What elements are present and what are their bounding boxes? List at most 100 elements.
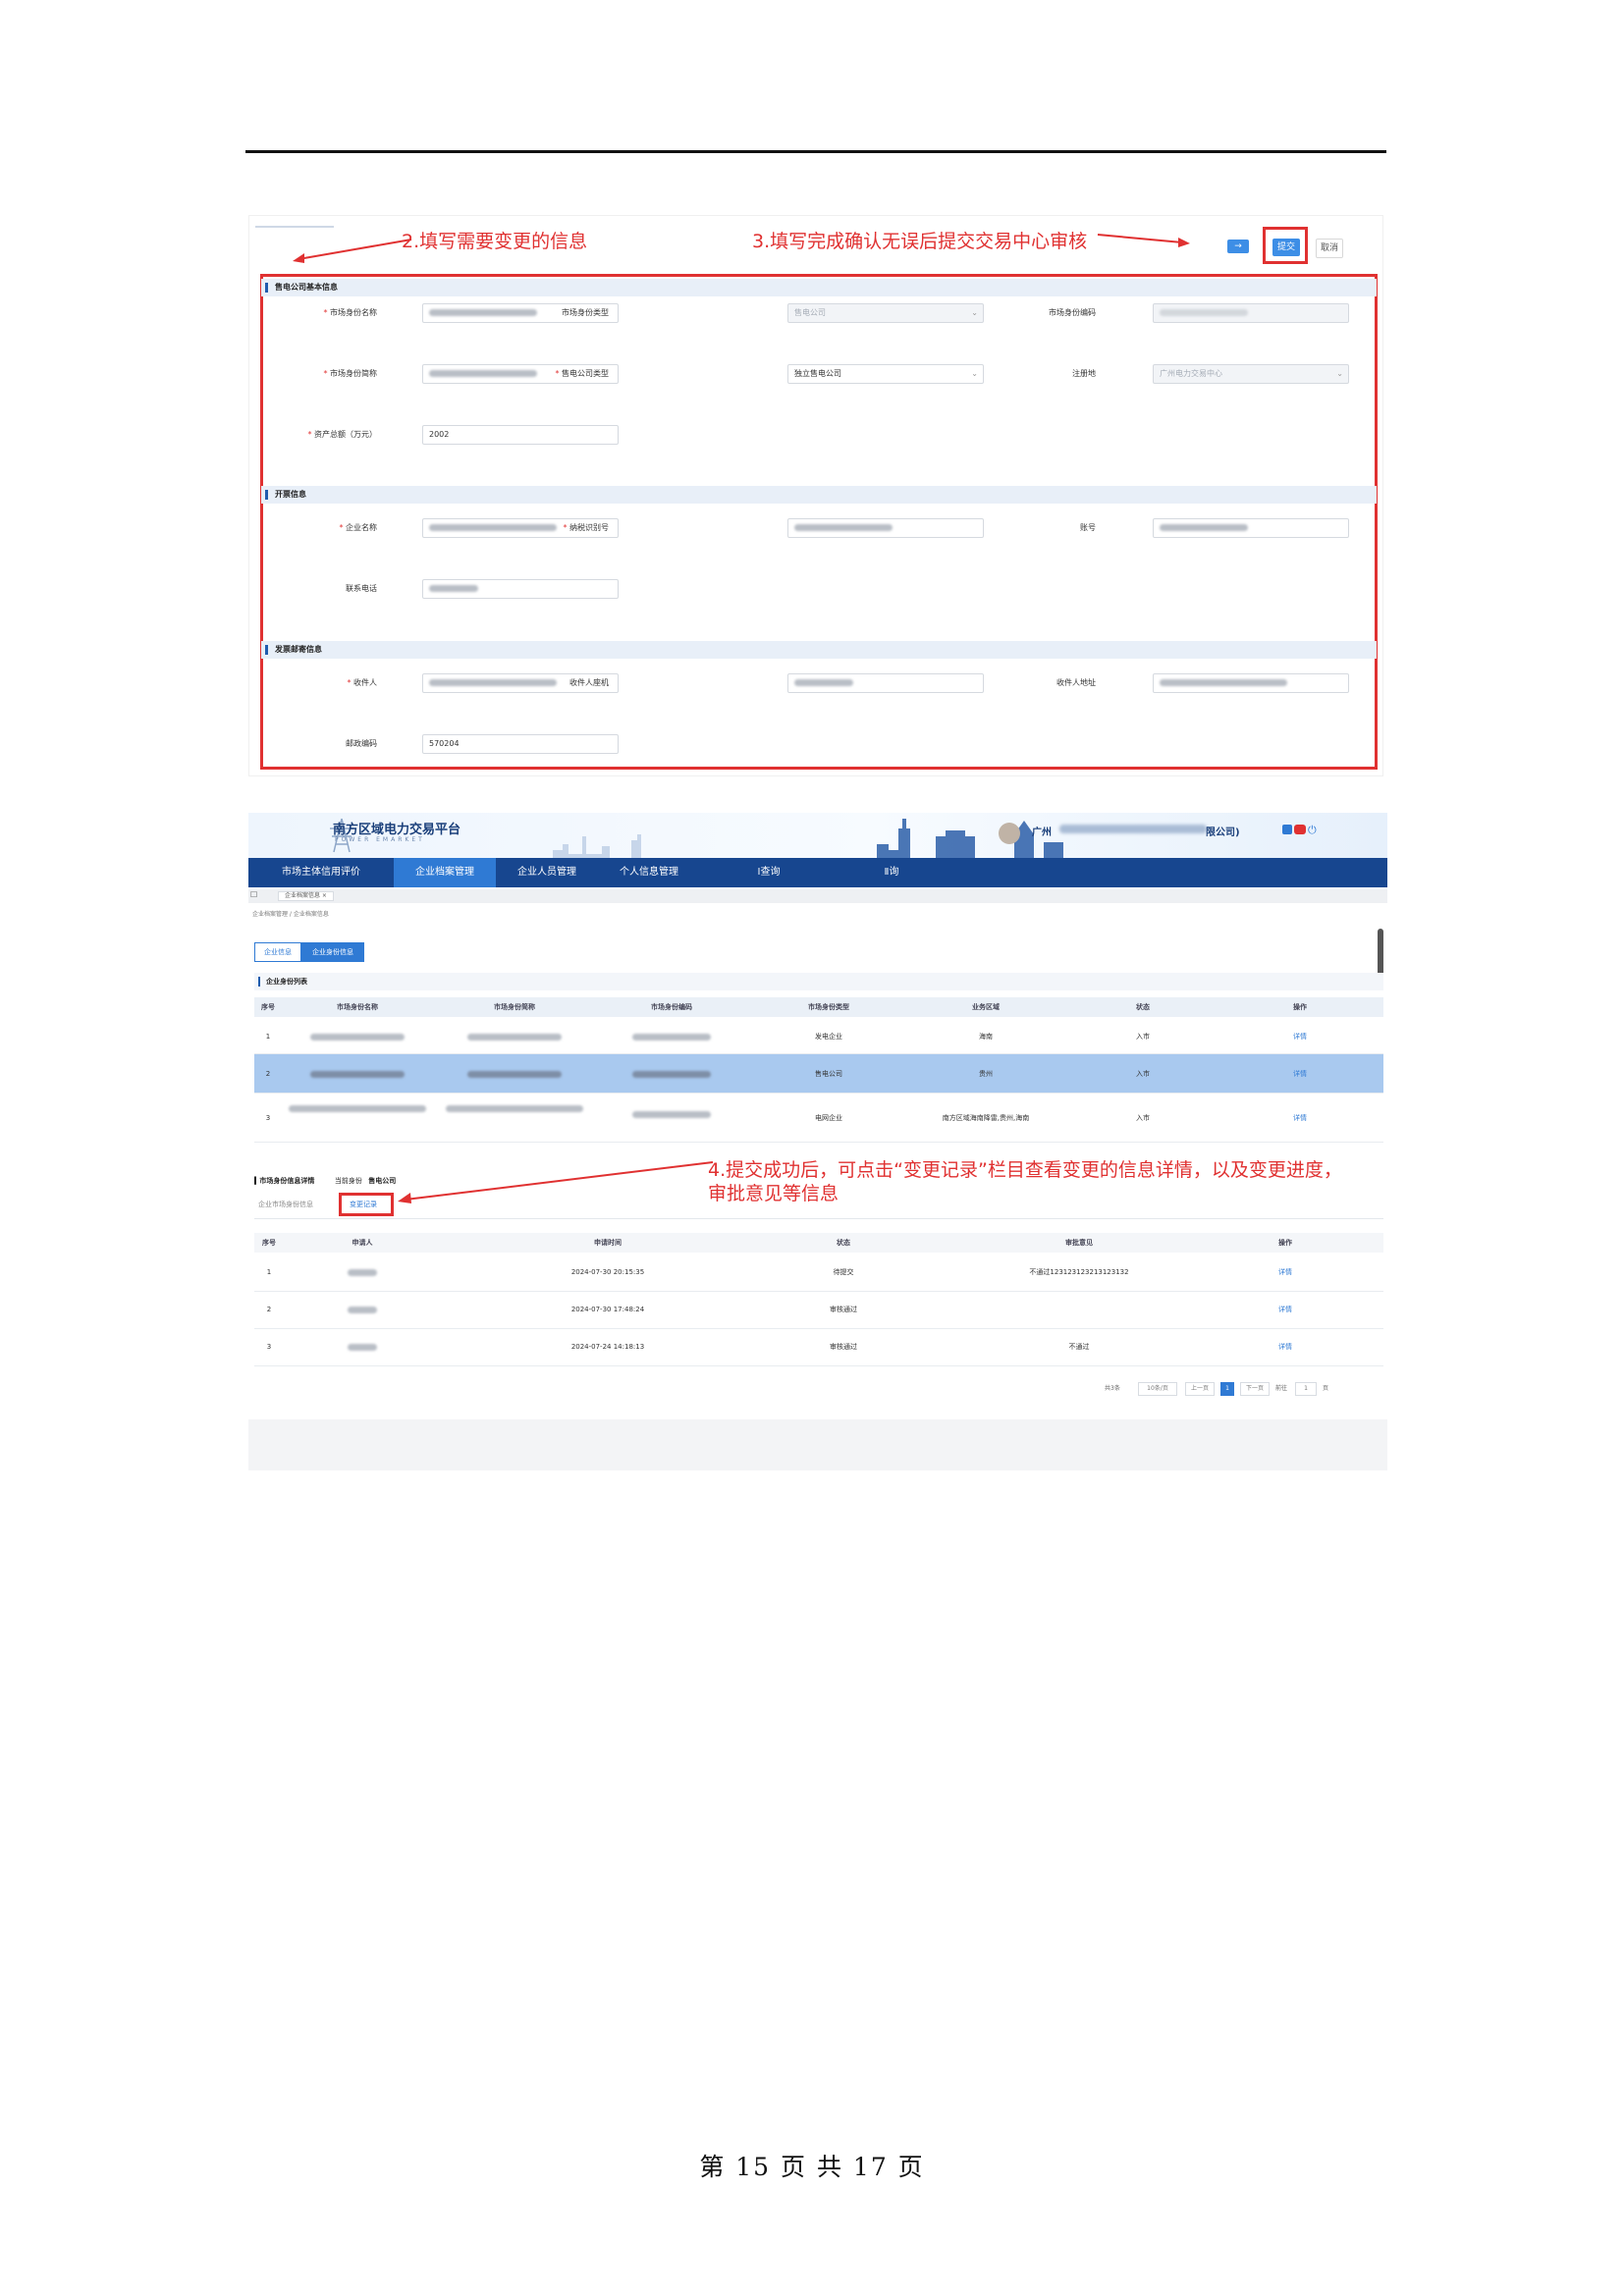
label-capital: * 资产总额（万元） xyxy=(307,430,377,439)
screenshot-platform: 南方区域电力交易平台 POWER EMARKET 广州 限公司) ⏻ 市场主体信… xyxy=(248,813,1387,1470)
record-detail-link[interactable]: 详情 xyxy=(1246,1340,1325,1354)
label-registration: 注册地 xyxy=(1072,369,1096,378)
col-no: 序号 xyxy=(262,1239,276,1247)
highlight-records-box xyxy=(339,1193,394,1216)
breadcrumb: 企业档案管理 / 企业档案信息 xyxy=(252,911,329,918)
city-skyline-icon xyxy=(553,834,641,858)
identity-list-title: 企业身份列表 xyxy=(254,973,1383,990)
table-row[interactable]: 1 2024-07-30 20:15:35 待提交 不通过12312312321… xyxy=(254,1255,1383,1292)
pager-total: 共3条 xyxy=(1105,1385,1120,1392)
col-record-status: 状态 xyxy=(837,1239,850,1247)
seg-enterprise-info[interactable]: 企业信息 xyxy=(254,942,301,962)
annotation-step3: 3.填写完成确认无误后提交交易中心审核 xyxy=(752,231,1088,252)
col-identity-type: 市场身份类型 xyxy=(808,1003,849,1011)
table-row[interactable]: 1 发电企业 海南 入市 详情 xyxy=(254,1019,1383,1054)
section-basic-info: 售电公司基本信息 xyxy=(261,279,1377,296)
nav-personal-info[interactable]: 个人信息管理 xyxy=(598,858,700,887)
col-identity-name: 市场身份名称 xyxy=(337,1003,378,1011)
pager-goto-input[interactable]: 1 xyxy=(1295,1382,1317,1396)
avatar[interactable] xyxy=(999,823,1020,844)
col-identity-short: 市场身份简称 xyxy=(494,1003,535,1011)
table-row[interactable]: 3 电网企业 南方区域海南降雷,贵州,海南 入市 详情 xyxy=(254,1094,1383,1143)
subtab-identity-info[interactable]: 企业市场身份信息 xyxy=(258,1200,313,1209)
label-identity-short: * 市场身份简称 xyxy=(323,369,377,378)
page-number: 第 15 页 共 17 页 xyxy=(699,2153,925,2181)
user-prefix: 广州 xyxy=(1032,828,1052,838)
label-recipient-phone: 收件人座机 xyxy=(569,678,609,687)
label-account: 账号 xyxy=(1080,523,1096,532)
identity-list-header: 序号 市场身份名称 市场身份简称 市场身份编码 市场身份类型 业务区域 状态 操… xyxy=(254,997,1383,1017)
record-detail-link[interactable]: 详情 xyxy=(1246,1265,1325,1279)
detail-link[interactable]: 详情 xyxy=(1246,1067,1354,1081)
tab-strip: ☐ 企业档案信息 × xyxy=(248,889,1387,903)
col-op: 操作 xyxy=(1293,1003,1307,1011)
postcode-input[interactable]: 570204 xyxy=(422,734,619,754)
screenshot-edit-form: 2.填写需要变更的信息 3.填写完成确认无误后提交交易中心审核 → 提交 取消 … xyxy=(248,215,1383,776)
footer-area xyxy=(248,1419,1387,1470)
col-identity-code: 市场身份编码 xyxy=(651,1003,692,1011)
subtab-divider xyxy=(254,1218,1383,1219)
label-phone: 联系电话 xyxy=(346,584,377,593)
arrow-step2-icon xyxy=(293,239,412,263)
user-company-blur xyxy=(1059,825,1207,833)
nav-credit-eval[interactable]: 市场主体信用评价 xyxy=(248,858,394,887)
pager-page-unit: 页 xyxy=(1323,1385,1329,1392)
tab-enterprise-archive[interactable]: 企业档案信息 × xyxy=(278,891,334,901)
nav-query-2[interactable]: Ⅱ询 xyxy=(838,858,946,887)
arrow-button[interactable]: → xyxy=(1227,240,1249,253)
col-opinion: 审批意见 xyxy=(1065,1239,1093,1247)
table-row[interactable]: 3 2024-07-24 14:18:13 审核通过 不通过 详情 xyxy=(254,1329,1383,1366)
pager-size-select[interactable]: 10条/页 xyxy=(1138,1382,1177,1396)
logout-icon[interactable]: ⏻ xyxy=(1308,824,1317,837)
arrow-step4-icon xyxy=(398,1161,714,1203)
detail-title: ▍市场身份信息详情 当前身份 售电公司 xyxy=(254,1177,397,1185)
identity-code-input[interactable] xyxy=(1153,303,1349,323)
arrow-step3-icon xyxy=(1097,234,1190,247)
label-identity-type: 市场身份类型 xyxy=(562,308,609,317)
nav-enterprise-archive[interactable]: 企业档案管理 xyxy=(394,858,496,887)
nav-query-1[interactable]: Ⅰ查询 xyxy=(710,858,828,887)
submit-button[interactable]: 提交 xyxy=(1272,239,1300,256)
pager-current-page[interactable]: 1 xyxy=(1220,1382,1234,1396)
pager-next-button[interactable]: 下一页 xyxy=(1240,1382,1270,1396)
cancel-button[interactable]: 取消 xyxy=(1316,239,1343,258)
account-input[interactable] xyxy=(1153,518,1349,538)
platform-subtitle: POWER EMARKET xyxy=(335,836,425,843)
pager-prev-button[interactable]: 上一页 xyxy=(1185,1382,1215,1396)
table-row[interactable]: 2 售电公司 贵州 入市 详情 xyxy=(254,1054,1383,1094)
section-invoice-info: 开票信息 xyxy=(261,486,1377,504)
badge-icon xyxy=(1294,825,1306,834)
record-detail-link[interactable]: 详情 xyxy=(1246,1303,1325,1316)
recipient-address-input[interactable] xyxy=(1153,673,1349,693)
col-record-op: 操作 xyxy=(1278,1239,1292,1247)
phone-input[interactable] xyxy=(422,579,619,599)
tab-collapse-icon[interactable]: ☐ xyxy=(250,890,257,899)
detail-link[interactable]: 详情 xyxy=(1246,1111,1354,1125)
message-icon[interactable] xyxy=(1282,825,1292,834)
label-corp-name: * 企业名称 xyxy=(339,523,377,532)
detail-link[interactable]: 详情 xyxy=(1246,1030,1354,1043)
label-identity-code: 市场身份编码 xyxy=(1049,308,1096,317)
pager-goto-label: 前往 xyxy=(1275,1385,1288,1392)
capital-input[interactable]: 2002 xyxy=(422,425,619,445)
label-postcode: 邮政编码 xyxy=(346,739,377,748)
annotation-step4-line2: 审批意见等信息 xyxy=(708,1183,839,1204)
label-tax-id: * 纳税识别号 xyxy=(563,523,609,532)
annotation-step2: 2.填写需要变更的信息 xyxy=(402,231,588,252)
records-header: 序号 申请人 申请时间 状态 审批意见 操作 xyxy=(254,1233,1383,1253)
main-nav: 市场主体信用评价 企业档案管理 企业人员管理 个人信息管理 Ⅰ查询 Ⅱ询 xyxy=(248,858,1387,887)
label-identity-name: * 市场身份名称 xyxy=(323,308,377,317)
registration-select[interactable]: 广州电力交易中心 ⌄ xyxy=(1153,364,1349,384)
nav-staff-manage[interactable]: 企业人员管理 xyxy=(496,858,598,887)
header-rule xyxy=(245,150,1386,153)
table-row[interactable]: 2 2024-07-30 17:48:24 审核通过 详情 xyxy=(254,1292,1383,1329)
col-applicant: 申请人 xyxy=(352,1239,373,1247)
col-no: 序号 xyxy=(261,1003,275,1011)
section-mailing-info: 发票邮寄信息 xyxy=(261,641,1377,659)
seg-identity-info[interactable]: 企业身份信息 xyxy=(301,942,364,962)
scrollbar[interactable] xyxy=(1378,929,1383,978)
col-region: 业务区域 xyxy=(972,1003,1000,1011)
annotation-step4-line1: 4.提交成功后，可点击“变更记录”栏目查看变更的信息详情，以及变更进度， xyxy=(708,1159,1342,1181)
label-recipient-address: 收件人地址 xyxy=(1056,678,1096,687)
tab-underline xyxy=(255,226,334,228)
